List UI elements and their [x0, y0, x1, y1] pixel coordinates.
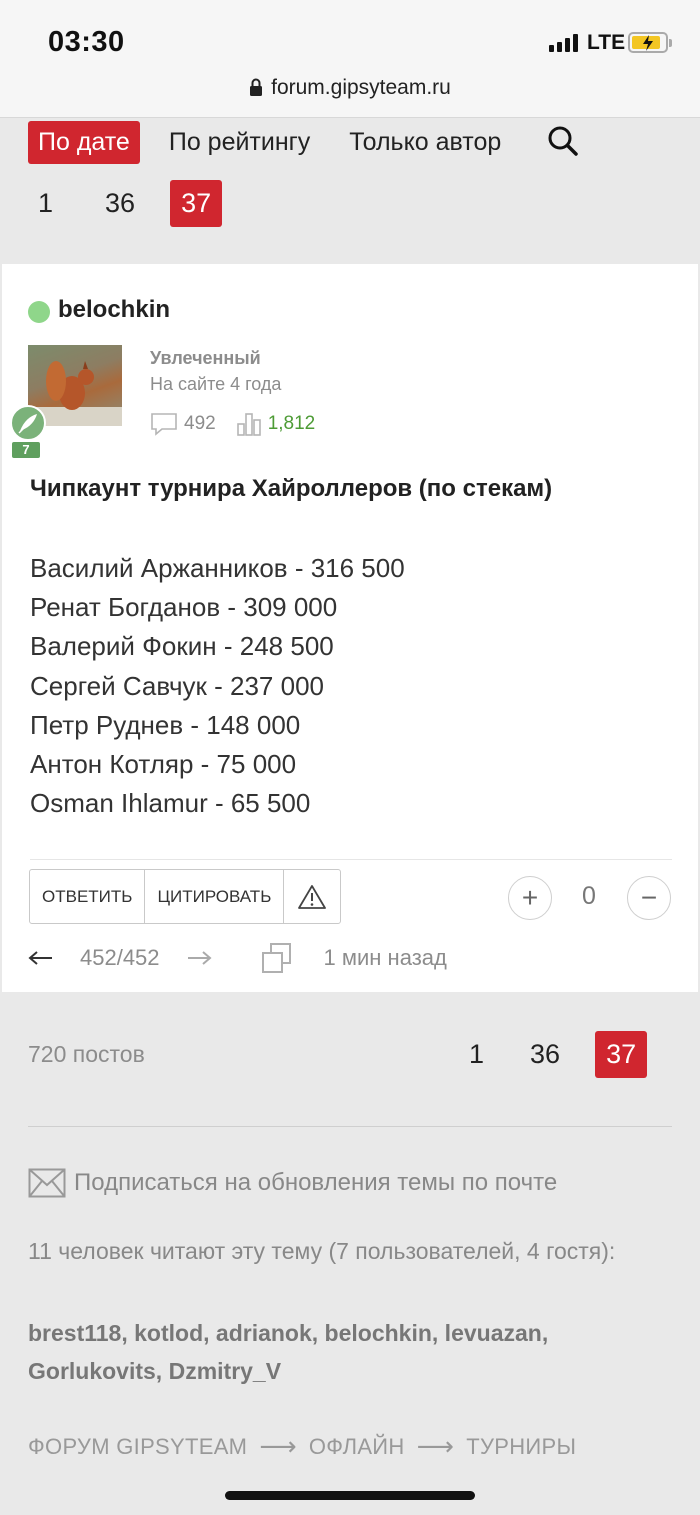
post-line: Антон Котляр - 75 000	[30, 749, 297, 780]
pagination-bottom: 1 36 37	[458, 1031, 648, 1078]
signal-icon	[549, 34, 578, 52]
copy-link-icon[interactable]	[260, 941, 294, 975]
search-icon[interactable]	[547, 125, 579, 157]
home-indicator[interactable]	[225, 1491, 475, 1500]
post-divider	[30, 859, 672, 860]
page-current[interactable]: 37	[595, 1031, 648, 1078]
vote-count: 0	[582, 882, 596, 910]
warning-icon	[298, 884, 327, 909]
post-actions: ОТВЕТИТЬ ЦИТИРОВАТЬ	[29, 869, 342, 924]
user-rank: Увлеченный	[150, 348, 261, 368]
battery-icon	[628, 32, 672, 53]
thread-post-count: 720 постов	[28, 1041, 145, 1067]
tab-author-only[interactable]: Только автор	[339, 121, 511, 164]
readers-info: 11 человек читают эту тему (7 пользовате…	[28, 1238, 616, 1264]
page-link[interactable]: 1	[458, 1031, 495, 1078]
post-line: Ренат Богданов - 309 000	[30, 592, 338, 623]
status-bar: 03:30 LTE	[0, 0, 700, 70]
breadcrumb-tournaments[interactable]: ТУРНИРЫ	[466, 1434, 576, 1460]
post-line: Валерий Фокин - 248 500	[30, 631, 334, 662]
mail-icon	[28, 1168, 66, 1198]
quote-button[interactable]: ЦИТИРОВАТЬ	[145, 870, 285, 923]
tab-by-rating[interactable]: По рейтингу	[159, 121, 320, 164]
footer-divider	[28, 1126, 672, 1127]
sort-tabs: По дате По рейтингу Только автор	[28, 121, 530, 164]
post-navigation: 452/452 1 мин назад	[28, 941, 447, 975]
page-link[interactable]: 36	[519, 1031, 571, 1078]
post-body: Василий Аржанников - 316 500 Ренат Богда…	[30, 549, 405, 823]
page-link[interactable]: 1	[27, 180, 64, 227]
post-position: 452/452	[80, 945, 160, 970]
post-line: Петр Руднев - 148 000	[30, 709, 301, 740]
post-line: Osman Ihlamur - 65 500	[30, 788, 311, 819]
subscribe-label: Подписаться на обновления темы по почте	[74, 1169, 558, 1196]
breadcrumb-offline[interactable]: ОФЛАЙН	[309, 1434, 405, 1460]
post-title: Чипкаунт турнира Хайроллеров (по стекам)	[30, 475, 553, 502]
breadcrumb: ФОРУМ GIPSYTEAM ⟶ ОФЛАЙН ⟶ ТУРНИРЫ	[28, 1431, 576, 1462]
online-status-icon	[28, 301, 50, 323]
lock-icon	[250, 78, 263, 96]
report-button[interactable]	[284, 870, 340, 923]
arrow-right-icon[interactable]	[186, 950, 212, 966]
upvote-button[interactable]: +	[508, 876, 552, 920]
breadcrumb-arrow-icon: ⟶	[416, 1431, 455, 1461]
pagination-top: 1 36 37	[27, 180, 252, 227]
comment-icon	[151, 413, 177, 436]
user-stats: 492 1,812	[150, 412, 315, 436]
post-time: 1 мин назад	[323, 945, 447, 970]
page-current[interactable]: 37	[170, 180, 223, 227]
network-label: LTE	[587, 31, 626, 54]
user-tenure: На сайте 4 года	[150, 374, 282, 394]
feather-icon	[10, 405, 46, 441]
post-line: Сергей Савчук - 237 000	[30, 670, 324, 701]
status-time: 03:30	[48, 26, 125, 58]
arrow-left-icon[interactable]	[28, 950, 54, 966]
user-rating: 1,812	[267, 413, 316, 434]
readers-list[interactable]: brest118, kotlod, adrianok, belochkin, l…	[28, 1314, 668, 1390]
reply-button[interactable]: ОТВЕТИТЬ	[30, 870, 146, 923]
post-card: belochkin 7 Увлеченный На сайте 4 года 4…	[2, 264, 698, 992]
page-link[interactable]: 36	[94, 180, 146, 227]
user-posts-count: 492	[184, 413, 216, 434]
tab-by-date[interactable]: По дате	[28, 121, 140, 164]
breadcrumb-arrow-icon: ⟶	[259, 1431, 297, 1461]
level-badge: 7	[12, 442, 40, 458]
subscribe-link[interactable]: Подписаться на обновления темы по почте	[28, 1168, 557, 1198]
url-bar[interactable]: forum.gipsyteam.ru	[0, 70, 700, 118]
rating-icon	[236, 413, 261, 436]
downvote-button[interactable]: −	[627, 876, 671, 920]
post-author[interactable]: belochkin	[58, 296, 170, 324]
breadcrumb-forum[interactable]: ФОРУМ GIPSYTEAM	[28, 1434, 247, 1460]
url-text: forum.gipsyteam.ru	[271, 76, 451, 99]
post-line: Василий Аржанников - 316 500	[30, 553, 405, 583]
